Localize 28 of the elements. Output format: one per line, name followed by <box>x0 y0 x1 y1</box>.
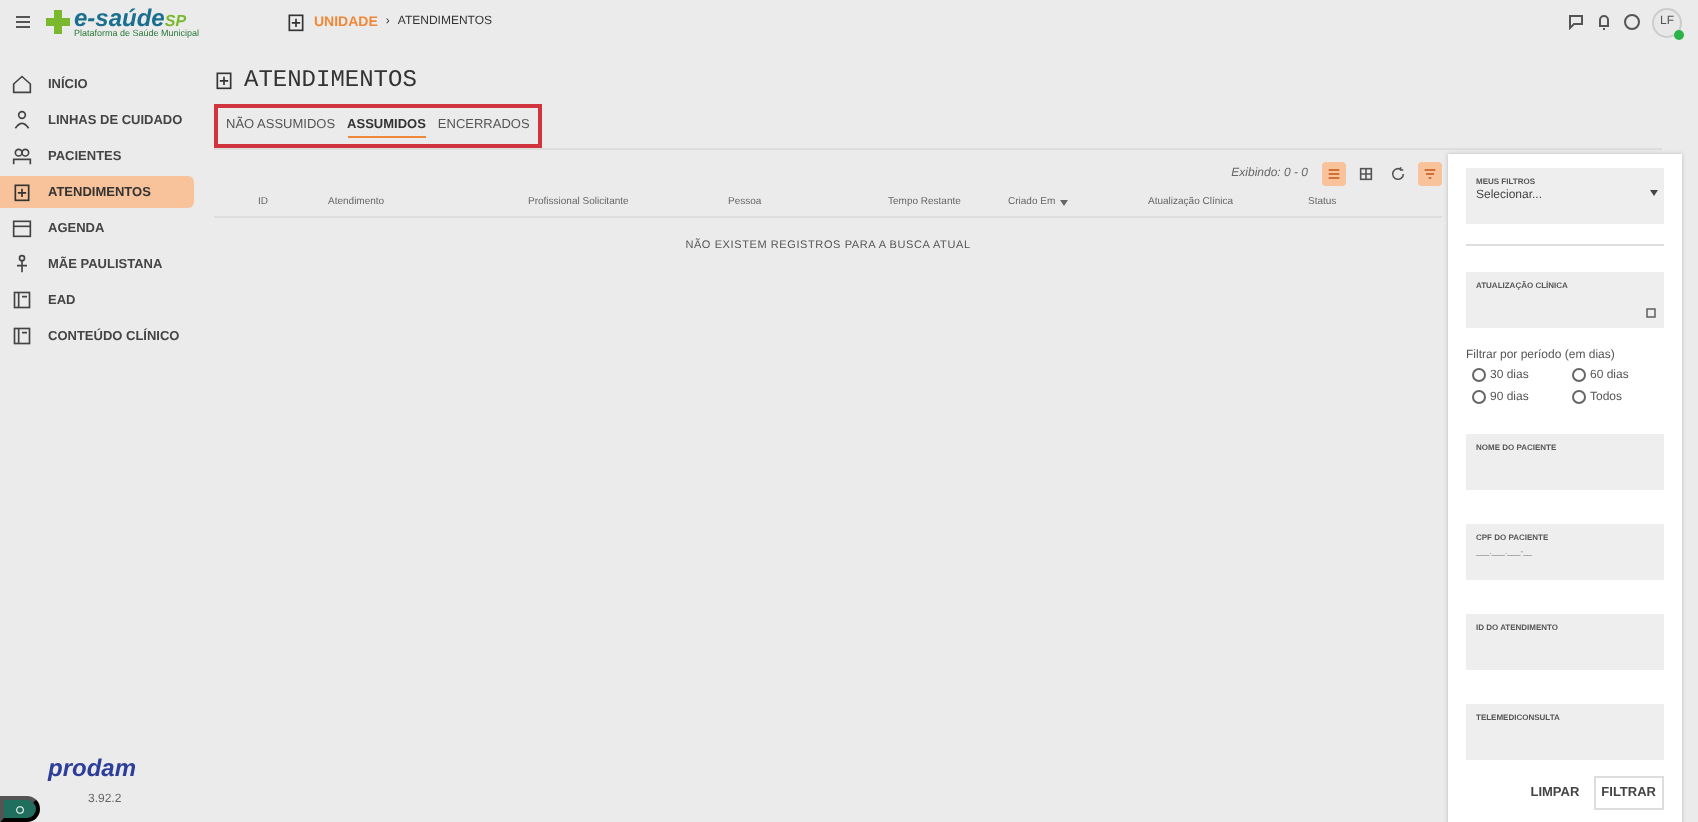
caret-icon <box>1650 190 1658 196</box>
help-icon <box>16 803 24 815</box>
logo-text: e-saúdeSP <box>74 5 187 30</box>
home-icon <box>12 74 32 94</box>
chat-icon[interactable] <box>1568 14 1584 30</box>
help-button[interactable] <box>0 796 40 822</box>
menu-button[interactable] <box>16 10 30 34</box>
refresh-button[interactable] <box>1386 162 1410 186</box>
book-icon <box>12 290 32 310</box>
clipboard-icon <box>286 12 306 32</box>
book-icon <box>12 326 32 346</box>
grid-icon <box>1358 166 1374 182</box>
clipboard-icon <box>214 70 234 90</box>
menu-icon <box>16 16 30 28</box>
page-title: ATENDIMENTOS <box>244 66 417 94</box>
bell-icon[interactable] <box>1596 14 1612 30</box>
help-icon[interactable] <box>1624 14 1640 30</box>
brand-logo-text: prodam <box>48 754 137 782</box>
grid-button[interactable] <box>1354 162 1378 186</box>
filter-icon <box>1422 166 1438 182</box>
people-icon <box>12 146 32 166</box>
list-icon <box>1326 166 1342 182</box>
sort-caret-icon <box>1059 199 1068 205</box>
cross-logo-icon <box>46 10 70 34</box>
refresh-icon <box>1390 166 1406 182</box>
calendar-icon <box>12 218 32 238</box>
clipboard-icon <box>12 182 32 202</box>
calendar-icon <box>1646 308 1656 318</box>
